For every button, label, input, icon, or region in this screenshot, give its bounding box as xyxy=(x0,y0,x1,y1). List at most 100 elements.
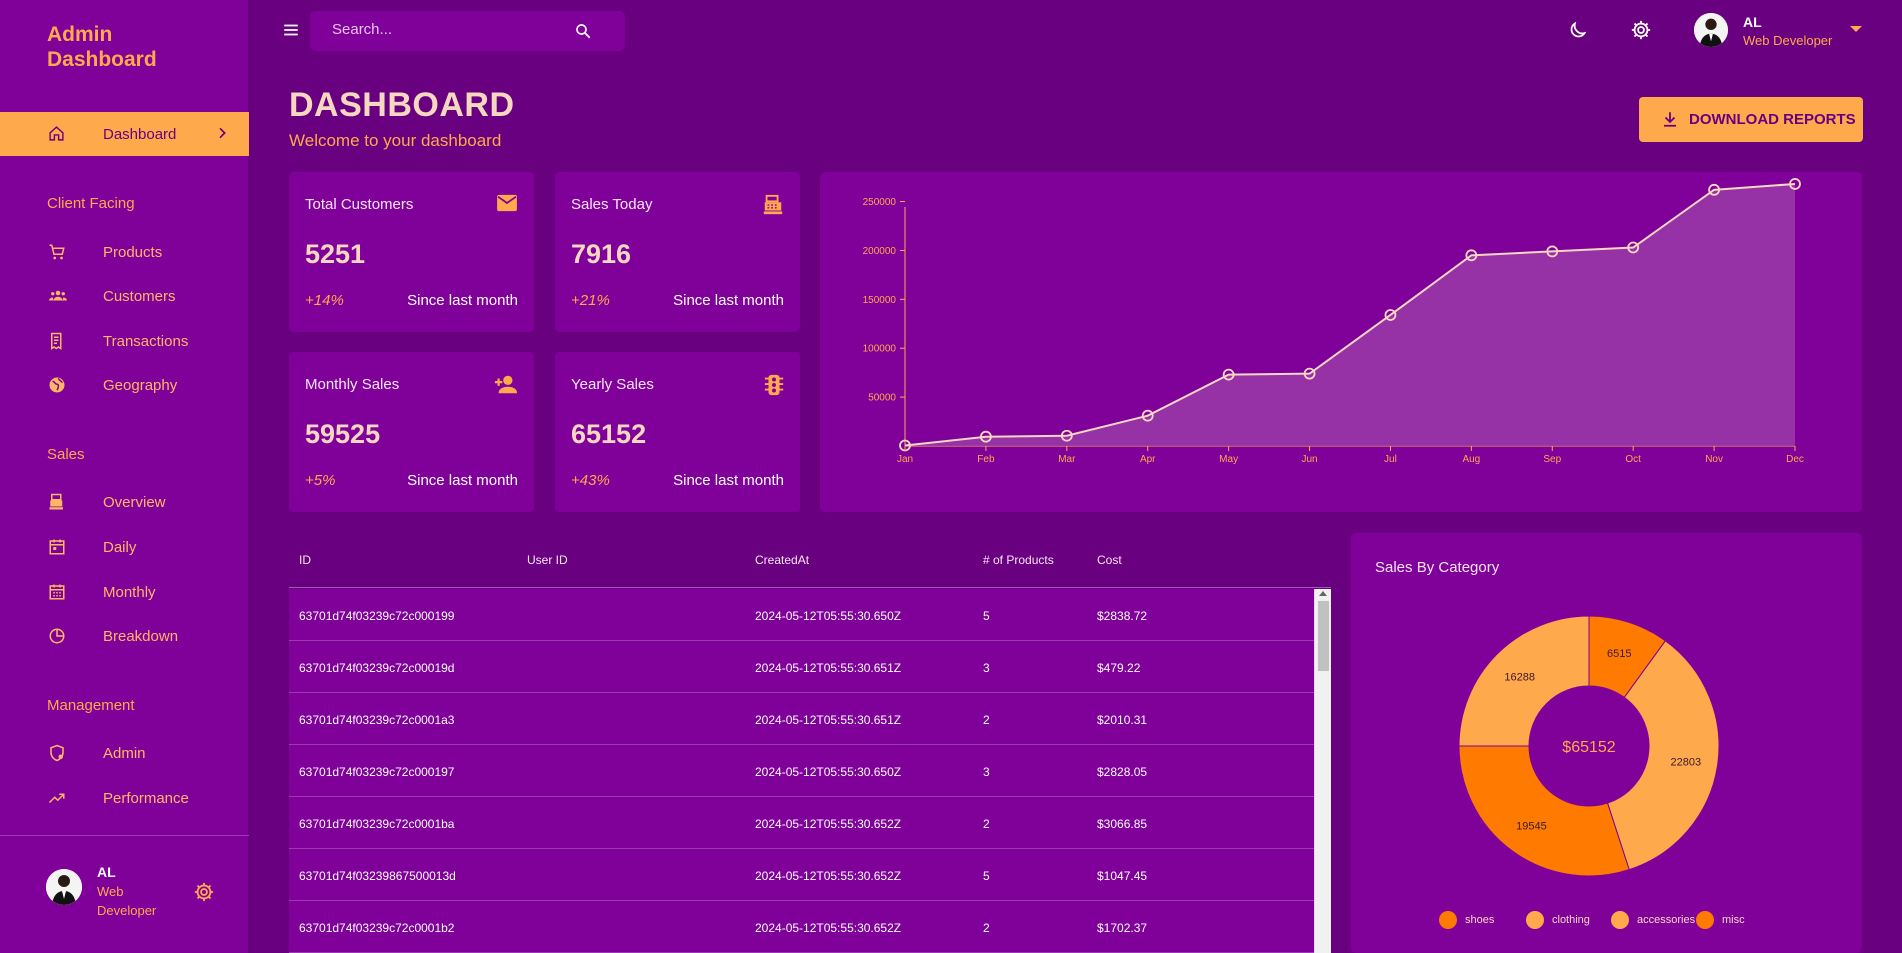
transactions-table: ID User ID CreatedAt # of Products Cost … xyxy=(289,533,1331,953)
sidebar-item-transactions[interactable]: Transactions xyxy=(0,323,249,359)
cell-products: 3 xyxy=(983,765,990,779)
traffic-icon xyxy=(764,374,784,401)
sidebar-item-customers[interactable]: Customers xyxy=(0,278,249,314)
search-icon[interactable] xyxy=(574,22,592,45)
cell-cost: $2828.05 xyxy=(1097,765,1148,779)
cell-created-at: 2024-05-12T05:55:30.652Z xyxy=(755,921,902,935)
column-header-user-id[interactable]: User ID xyxy=(527,553,568,567)
x-tick-label: Sep xyxy=(1543,454,1561,465)
column-header-created-at[interactable]: CreatedAt xyxy=(755,553,809,567)
stat-since: Since last month xyxy=(407,472,518,489)
sidebar-item-label: Geography xyxy=(103,376,178,394)
user-avatar[interactable] xyxy=(1694,13,1728,47)
sidebar-item-label: Performance xyxy=(103,789,189,807)
table-row[interactable]: 63701d74f03239c72c000199 2024-05-12T05:55… xyxy=(289,589,1314,641)
sidebar-item-monthly[interactable]: Monthly xyxy=(0,574,249,610)
menu-icon[interactable] xyxy=(282,22,300,43)
x-tick-label: Nov xyxy=(1705,454,1723,465)
legend-item-accessories[interactable]: accessories xyxy=(1611,911,1695,929)
sidebar-item-label: Admin xyxy=(103,744,146,762)
pie-slice-label: 6515 xyxy=(1607,648,1631,660)
legend-item-clothing[interactable]: clothing xyxy=(1526,911,1590,929)
stat-title: Monthly Sales xyxy=(305,376,400,393)
sidebar-item-daily[interactable]: Daily xyxy=(0,529,249,565)
pie-slice-label: 16288 xyxy=(1504,672,1535,684)
avatar[interactable] xyxy=(46,869,82,905)
stat-value: 5251 xyxy=(305,239,366,269)
sidebar-item-label: Breakdown xyxy=(103,627,179,645)
page-title: DASHBOARD xyxy=(289,86,515,124)
cell-products: 5 xyxy=(983,609,990,623)
table-row[interactable]: 63701d74f03239867500013d 2024-05-12T05:55… xyxy=(289,849,1314,901)
y-tick-label: 200000 xyxy=(863,246,897,257)
pie-slice-accessories[interactable] xyxy=(1458,745,1630,877)
table-scrollbar[interactable] xyxy=(1314,589,1331,953)
cell-products: 2 xyxy=(983,713,990,727)
footer-user-role: Web Developer xyxy=(97,884,157,918)
cell-id: 63701d74f03239c72c000199 xyxy=(299,609,455,623)
settings-icon[interactable] xyxy=(1630,19,1652,46)
scrollbar-thumb[interactable] xyxy=(1318,601,1329,671)
stat-card-total-customers: Total Customers 5251 +14% Since last mon… xyxy=(289,172,534,332)
table-row[interactable]: 63701d74f03239c72c000197 2024-05-12T05:55… xyxy=(289,745,1314,797)
brand-line-2: Dashboard xyxy=(47,48,157,71)
globe-icon xyxy=(48,376,66,399)
search-input[interactable] xyxy=(332,21,552,38)
caret-down-icon[interactable] xyxy=(1850,26,1862,32)
cell-created-at: 2024-05-12T05:55:30.652Z xyxy=(755,817,902,831)
admin-icon xyxy=(48,744,66,767)
sidebar-item-geography[interactable]: Geography xyxy=(0,367,249,403)
sidebar-item-admin[interactable]: Admin xyxy=(0,735,249,771)
legend-item-shoes[interactable]: shoes xyxy=(1439,911,1494,929)
y-tick-label: 50000 xyxy=(868,393,896,404)
sidebar-item-overview[interactable]: Overview xyxy=(0,484,249,520)
table-row[interactable]: 63701d74f03239c72c00019d 2024-05-12T05:55… xyxy=(289,641,1314,693)
table-row[interactable]: 63701d74f03239c72c0001b2 2024-05-12T05:55… xyxy=(289,901,1314,953)
legend-swatch xyxy=(1611,911,1629,929)
legend-swatch xyxy=(1439,911,1457,929)
cell-created-at: 2024-05-12T05:55:30.650Z xyxy=(755,765,902,779)
legend-swatch xyxy=(1526,911,1544,929)
footer-user-name: AL xyxy=(97,864,116,880)
stat-title: Yearly Sales xyxy=(571,376,654,393)
table-row[interactable]: 63701d74f03239c72c0001ba 2024-05-12T05:55… xyxy=(289,797,1314,849)
cell-created-at: 2024-05-12T05:55:30.651Z xyxy=(755,661,902,675)
sidebar-item-label: Transactions xyxy=(103,332,189,350)
series-area xyxy=(905,183,1795,446)
download-reports-button[interactable]: DOWNLOAD REPORTS xyxy=(1639,97,1863,142)
column-header-id[interactable]: ID xyxy=(299,553,311,567)
cart-icon xyxy=(48,243,66,266)
stat-percent: +21% xyxy=(571,292,610,309)
section-client-facing: Client Facing xyxy=(47,195,135,212)
x-tick-label: Aug xyxy=(1462,454,1480,465)
sidebar-item-label: Products xyxy=(103,243,163,261)
legend-label: shoes xyxy=(1465,914,1495,926)
cell-cost: $1047.45 xyxy=(1097,869,1148,883)
dark-mode-icon[interactable] xyxy=(1567,20,1588,46)
cell-cost: $479.22 xyxy=(1097,661,1141,675)
brand-title[interactable]: Admin Dashboard xyxy=(47,22,187,72)
stat-card-monthly-sales: Monthly Sales 59525 +5% Since last month xyxy=(289,352,534,512)
table-row[interactable]: 63701d74f03239c72c0001a3 2024-05-12T05:55… xyxy=(289,693,1314,745)
topbar-user-role: Web Developer xyxy=(1743,33,1833,48)
section-sales: Sales xyxy=(47,446,85,463)
sidebar-item-performance[interactable]: Performance xyxy=(0,780,249,816)
column-header-products[interactable]: # of Products xyxy=(983,553,1054,567)
cell-id: 63701d74f03239c72c000197 xyxy=(299,765,455,779)
sidebar-item-breakdown[interactable]: Breakdown xyxy=(0,618,249,654)
scroll-up-icon[interactable] xyxy=(1319,591,1327,596)
sidebar-item-products[interactable]: Products xyxy=(0,234,249,270)
sales-by-category-panel: Sales By Category 6515 22803 19545 16288 $65… xyxy=(1351,533,1862,953)
download-reports-label: DOWNLOAD REPORTS xyxy=(1689,111,1856,128)
column-header-cost[interactable]: Cost xyxy=(1097,553,1122,567)
legend-swatch xyxy=(1696,911,1714,929)
pie-chart-svg: 6515 22803 19545 16288 $65152 xyxy=(1458,615,1720,877)
legend-item-misc[interactable]: misc xyxy=(1696,911,1745,929)
sidebar-item-dashboard[interactable]: Dashboard xyxy=(0,112,249,156)
y-tick-label: 100000 xyxy=(863,344,897,355)
x-tick-label: Jul xyxy=(1384,454,1397,465)
table-header: ID User ID CreatedAt # of Products Cost xyxy=(289,533,1331,588)
stat-percent: +5% xyxy=(305,472,336,489)
gear-icon[interactable] xyxy=(193,881,215,908)
home-icon xyxy=(48,125,65,147)
